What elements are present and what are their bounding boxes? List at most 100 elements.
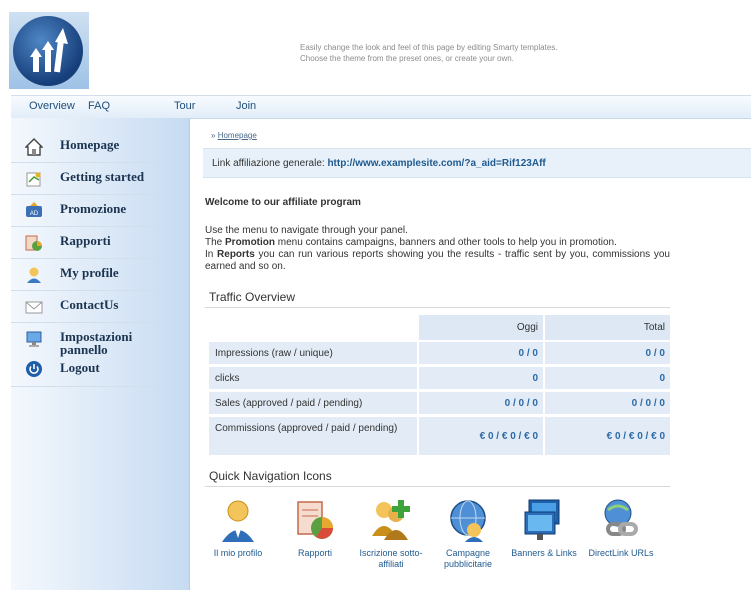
table-cell-total: € 0 / € 0 / € 0 [545, 417, 670, 455]
monitor-icon [25, 330, 43, 348]
traffic-divider [205, 307, 670, 308]
row-clicks-label: clicks [215, 373, 240, 384]
table-row-label: Sales (approved / paid / pending) [209, 392, 417, 414]
commissions-total-value: € 0 / € 0 / € 0 [606, 431, 665, 442]
document-icon [25, 170, 43, 188]
breadcrumb-separator: » [211, 131, 216, 140]
commissions-oggi-value: € 0 / € 0 / € 0 [479, 431, 538, 442]
sidebar-item-label: Rapporti [60, 233, 111, 248]
header-notice: Easily change the look and feel of this … [300, 42, 557, 64]
sidebar-item-label: Homepage [60, 137, 120, 152]
traffic-overview-title: Traffic Overview [209, 290, 296, 304]
reports-icon [294, 498, 336, 542]
quick-nav-campagne-pubblicitarie[interactable]: Campagne pubblicitarie [433, 498, 503, 570]
header: Easily change the look and feel of this … [0, 0, 751, 95]
clicks-oggi-value: 0 [532, 373, 538, 384]
table-cell-oggi: 0 [419, 367, 543, 389]
quick-nav-iscrizione-sotto-affiliati[interactable]: Iscrizione sotto-affiliati [356, 498, 426, 570]
sidebar-item-label: Getting started [60, 169, 145, 184]
row-commissions-label: Commissions (approved / paid / pending) [215, 423, 398, 434]
sidebar-item-impostazioni[interactable]: Impostazioni pannello [11, 324, 166, 357]
subaffiliate-icon [370, 498, 412, 542]
impressions-oggi-value: 0 / 0 [518, 348, 538, 359]
column-header-total: Total [545, 315, 670, 340]
report-icon [25, 234, 43, 252]
home-icon [24, 138, 44, 156]
sidebar-item-contactus[interactable]: ContactUs [11, 292, 166, 323]
row-sales-label: Sales (approved / paid / pending) [215, 398, 363, 409]
quick-nav-label: DirectLink URLs [588, 548, 654, 558]
nav-overview[interactable]: Overview [29, 100, 75, 112]
nav-faq[interactable]: FAQ [88, 100, 110, 112]
nav-join[interactable]: Join [236, 100, 256, 112]
quick-nav-label: Il mio profilo [213, 548, 263, 558]
directlink-icon [600, 498, 642, 542]
intro-line-1: Use the menu to navigate through your pa… [205, 225, 408, 236]
sidebar: Homepage Getting started AD Promozione R… [11, 118, 190, 590]
intro-text-part: The [205, 237, 226, 248]
intro-text: Use the menu to navigate through your pa… [205, 225, 670, 273]
envelope-icon [25, 298, 43, 316]
table-row-label: clicks [209, 367, 417, 389]
table-cell-oggi: 0 / 0 [419, 342, 543, 364]
impressions-total-value: 0 / 0 [645, 348, 665, 359]
power-icon [25, 360, 43, 378]
sidebar-item-label: Impostazioni pannello [60, 329, 133, 357]
sidebar-item-promozione[interactable]: AD Promozione [11, 196, 166, 227]
quick-nav-banners-links[interactable]: Banners & Links [509, 498, 579, 559]
column-total-label: Total [643, 322, 665, 333]
table-row-label: Impressions (raw / unique) [209, 342, 417, 364]
header-line-2: Choose the theme from the preset ones, o… [300, 54, 514, 63]
table-cell-total: 0 / 0 / 0 [545, 392, 670, 414]
nav-tour[interactable]: Tour [174, 100, 195, 112]
sidebar-item-label: ContactUs [60, 297, 119, 312]
intro-text-part: you can run various reports showing you … [205, 249, 670, 272]
affiliate-link-url[interactable]: http://www.examplesite.com/?a_aid=Rif123… [327, 158, 545, 169]
table-cell-oggi: € 0 / € 0 / € 0 [419, 417, 543, 455]
quick-nav-label: Campagne pubblicitarie [443, 548, 493, 569]
logo-arrows-icon [13, 16, 83, 86]
sidebar-item-rapporti[interactable]: Rapporti [11, 228, 166, 259]
sidebar-item-getting-started[interactable]: Getting started [11, 164, 166, 195]
quick-navigation-title: Quick Navigation Icons [209, 469, 332, 483]
quick-nav-rapporti[interactable]: Rapporti [280, 498, 350, 559]
breadcrumb-homepage-link[interactable]: Homepage [218, 131, 257, 140]
sales-total-value: 0 / 0 / 0 [631, 398, 665, 409]
intro-text-part: menu contains campaigns, banners and oth… [275, 237, 617, 248]
table-cell-oggi: 0 / 0 / 0 [419, 392, 543, 414]
sidebar-item-label: Logout [60, 360, 100, 375]
ad-icon: AD [25, 202, 43, 220]
sidebar-item-my-profile[interactable]: My profile [11, 260, 166, 291]
sidebar-item-label: Promozione [60, 201, 127, 216]
breadcrumb: » Homepage [211, 131, 257, 140]
quick-nav-directlink-urls[interactable]: DirectLink URLs [586, 498, 656, 559]
top-navigation: Overview FAQ Tour Join [11, 95, 751, 119]
column-oggi-label: Oggi [516, 322, 538, 333]
profile-icon [217, 498, 259, 542]
sidebar-item-label: My profile [60, 265, 119, 280]
intro-line-3: In Reports you can run various reports s… [205, 249, 670, 273]
intro-text-part: In [205, 249, 218, 260]
table-cell-total: 0 / 0 [545, 342, 670, 364]
quick-nav-label: Rapporti [297, 548, 333, 558]
sidebar-item-homepage[interactable]: Homepage [11, 132, 166, 163]
table-cell-total: 0 [545, 367, 670, 389]
logo[interactable] [9, 12, 89, 89]
quick-nav-divider [205, 486, 670, 487]
intro-line-2: The Promotion menu contains campaigns, b… [205, 237, 670, 249]
sidebar-item-logout[interactable]: Logout [11, 356, 166, 387]
banner-icon [523, 498, 565, 542]
affiliate-link-label: Link affiliazione generale: [212, 158, 325, 169]
quick-nav-il-mio-profilo[interactable]: Il mio profilo [203, 498, 273, 559]
header-line-1: Easily change the look and feel of this … [300, 43, 558, 52]
affiliate-link-bar: Link affiliazione generale: http://www.e… [203, 148, 751, 178]
clicks-total-value: 0 [659, 373, 665, 384]
welcome-heading: Welcome to our affiliate program [205, 197, 361, 208]
table-row-label: Commissions (approved / paid / pending) [209, 417, 417, 455]
svg-text:AD: AD [30, 211, 39, 217]
quick-nav-label: Iscrizione sotto-affiliati [359, 548, 423, 569]
sales-oggi-value: 0 / 0 / 0 [504, 398, 538, 409]
row-impressions-label: Impressions (raw / unique) [215, 348, 333, 359]
quick-nav-label: Banners & Links [511, 548, 577, 558]
user-icon [25, 266, 43, 284]
